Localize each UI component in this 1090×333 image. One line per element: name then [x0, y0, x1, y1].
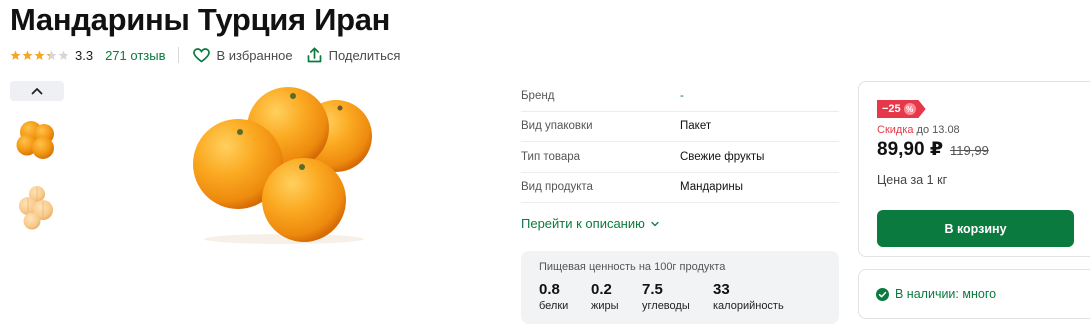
nutrition-item-protein: 0.8 белки [539, 281, 591, 312]
goto-description-link[interactable]: Перейти к описанию [521, 216, 659, 231]
chevron-up-icon [31, 88, 43, 95]
spec-label: Тип товара [521, 150, 581, 163]
spec-value: Свежие фрукты [680, 150, 765, 163]
gallery-thumbnail-2[interactable] [10, 180, 64, 234]
share-button[interactable]: Поделиться [307, 47, 401, 63]
discount-word: Скидка [877, 124, 914, 136]
favorite-button[interactable]: В избранное [192, 47, 293, 63]
heart-icon [192, 47, 210, 63]
nutrition-value: 0.8 [539, 281, 560, 298]
spec-value: Мандарины [680, 181, 743, 194]
mandarins-thumbnail-image [16, 121, 54, 159]
reviews-link[interactable]: 271 отзыв [105, 48, 165, 63]
spec-value: Пакет [680, 120, 712, 133]
mandarins-image [193, 87, 372, 244]
spec-row-product: Вид продукта Мандарины [521, 173, 839, 203]
percent-icon: % [903, 103, 916, 115]
unit-price: Цена за 1 кг [877, 173, 948, 187]
spec-label: Бренд [521, 89, 555, 102]
discount-until: до 13.08 [913, 124, 960, 136]
old-price: 119,99 [950, 143, 989, 158]
spec-row-package: Вид упаковки Пакет [521, 112, 839, 142]
check-circle-icon [876, 287, 889, 301]
current-price: 89,90 ₽ [877, 139, 944, 160]
star-icon [34, 50, 45, 60]
nutrition-panel: Пищевая ценность на 100г продукта 0.8 бе… [521, 251, 839, 324]
star-icon [22, 50, 33, 60]
price-card: −25 % Скидка до 13.08 89,90 ₽ 119,99 Цен… [858, 81, 1090, 257]
stock-text: В наличии: много [895, 287, 997, 301]
spec-row-type: Тип товара Свежие фрукты [521, 142, 839, 173]
gallery-up-button[interactable] [10, 81, 64, 101]
nutrition-value: 33 [713, 281, 730, 298]
star-icon [46, 50, 57, 60]
discount-badge: −25 % [877, 100, 926, 118]
nutrition-title: Пищевая ценность на 100г продукта [539, 261, 726, 273]
nutrition-item-calories: 33 калорийность [713, 281, 784, 312]
spec-label: Вид упаковки [521, 120, 593, 133]
discount-badge-value: −25 [882, 103, 901, 115]
nutrition-item-carbs: 7.5 углеводы [642, 281, 713, 312]
stock-status: В наличии: много [858, 269, 1090, 319]
gallery-thumbnail-1[interactable] [10, 112, 64, 166]
chevron-down-icon [651, 221, 659, 226]
nutrition-grid: 0.8 белки 0.2 жиры 7.5 углеводы 33 калор… [539, 281, 821, 312]
favorite-label: В избранное [216, 47, 293, 63]
nutrition-label: жиры [591, 300, 619, 312]
spec-value[interactable]: - [680, 90, 684, 102]
product-title: Мандарины Турция Иран [10, 2, 391, 37]
star-icon [10, 50, 21, 60]
share-icon [307, 47, 321, 63]
star-icon [58, 50, 69, 60]
goto-description-label: Перейти к описанию [521, 216, 645, 231]
rating-stars [10, 50, 69, 61]
rating-value: 3.3 [75, 47, 94, 63]
price-line: 89,90 ₽ 119,99 [877, 138, 1079, 161]
nutrition-label: белки [539, 300, 569, 312]
nutrition-label: углеводы [642, 300, 690, 312]
divider [177, 47, 179, 63]
nutrition-label: калорийность [713, 300, 784, 312]
product-meta-row: 3.3 271 отзыв В избранное Поделиться [10, 45, 414, 65]
share-label: Поделиться [328, 47, 401, 63]
nutrition-value: 7.5 [642, 281, 663, 298]
discount-line: Скидка до 13.08 [877, 124, 1079, 136]
spec-row-brand: Бренд - [521, 81, 839, 112]
peeled-mandarins-thumbnail-image [19, 186, 53, 230]
specs-table: Бренд - Вид упаковки Пакет Тип товара Св… [521, 81, 839, 203]
add-to-cart-button[interactable]: В корзину [877, 210, 1074, 247]
spec-label: Вид продукта [521, 181, 593, 194]
product-main-image [188, 84, 380, 246]
nutrition-value: 0.2 [591, 281, 612, 298]
nutrition-item-fat: 0.2 жиры [591, 281, 642, 312]
